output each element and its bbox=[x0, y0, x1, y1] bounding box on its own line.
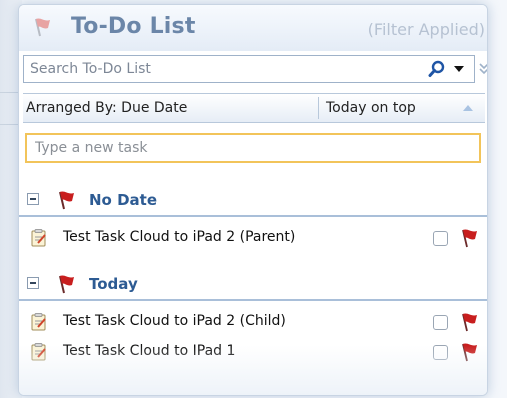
search-input[interactable] bbox=[24, 56, 419, 82]
task-title[interactable]: Test Task Cloud to iPad 2 (Parent) bbox=[63, 229, 295, 245]
red-flag-icon bbox=[59, 191, 74, 210]
column-separator bbox=[318, 97, 319, 119]
new-task-input[interactable] bbox=[27, 135, 479, 161]
flag-icon bbox=[35, 18, 50, 37]
search-icon[interactable] bbox=[428, 60, 446, 78]
filter-applied-status: (Filter Applied) bbox=[367, 20, 485, 39]
todo-list-pane: To-Do List (Filter Applied) Arranged By:… bbox=[18, 4, 488, 396]
dropdown-arrow-icon[interactable] bbox=[454, 65, 464, 73]
collapse-minus-icon[interactable] bbox=[27, 193, 39, 205]
task-row[interactable]: Test Task Cloud to iPad 2 (Child) bbox=[19, 307, 487, 337]
search-row bbox=[23, 55, 488, 87]
task-clipboard-icon bbox=[31, 313, 46, 331]
arrange-by-bar[interactable]: Arranged By: Due Date Today on top bbox=[23, 93, 485, 123]
collapse-minus-icon[interactable] bbox=[27, 277, 39, 289]
red-flag-icon bbox=[59, 275, 74, 294]
red-flag-icon[interactable] bbox=[459, 312, 479, 332]
task-clipboard-icon bbox=[31, 229, 46, 247]
task-row[interactable]: Test Task Cloud to iPad 2 (Parent) bbox=[19, 223, 487, 253]
task-title[interactable]: Test Task Cloud to iPad 2 (Child) bbox=[63, 313, 286, 329]
double-chevron-down-icon[interactable] bbox=[477, 62, 488, 76]
task-row[interactable]: Test Task Cloud to IPad 1 bbox=[19, 337, 487, 367]
group-header-no-date[interactable]: No Date bbox=[19, 185, 487, 217]
task-title[interactable]: Test Task Cloud to IPad 1 bbox=[63, 343, 235, 359]
group-label: No Date bbox=[89, 191, 157, 209]
sort-ascending-icon[interactable] bbox=[463, 104, 473, 112]
group-header-today[interactable]: Today bbox=[19, 269, 487, 301]
pane-title: To-Do List bbox=[71, 14, 196, 39]
sort-order-label[interactable]: Today on top bbox=[326, 100, 416, 116]
pane-header: To-Do List (Filter Applied) bbox=[19, 5, 487, 51]
new-task-box bbox=[25, 133, 481, 163]
task-complete-checkbox[interactable] bbox=[433, 315, 448, 330]
search-box bbox=[23, 55, 475, 83]
arrange-by-label[interactable]: Arranged By: Due Date bbox=[26, 100, 187, 116]
task-complete-checkbox[interactable] bbox=[433, 345, 448, 360]
task-complete-checkbox[interactable] bbox=[433, 231, 448, 246]
red-flag-icon[interactable] bbox=[459, 342, 479, 362]
red-flag-icon[interactable] bbox=[459, 228, 479, 248]
group-label: Today bbox=[89, 275, 138, 293]
task-clipboard-icon bbox=[31, 343, 46, 361]
